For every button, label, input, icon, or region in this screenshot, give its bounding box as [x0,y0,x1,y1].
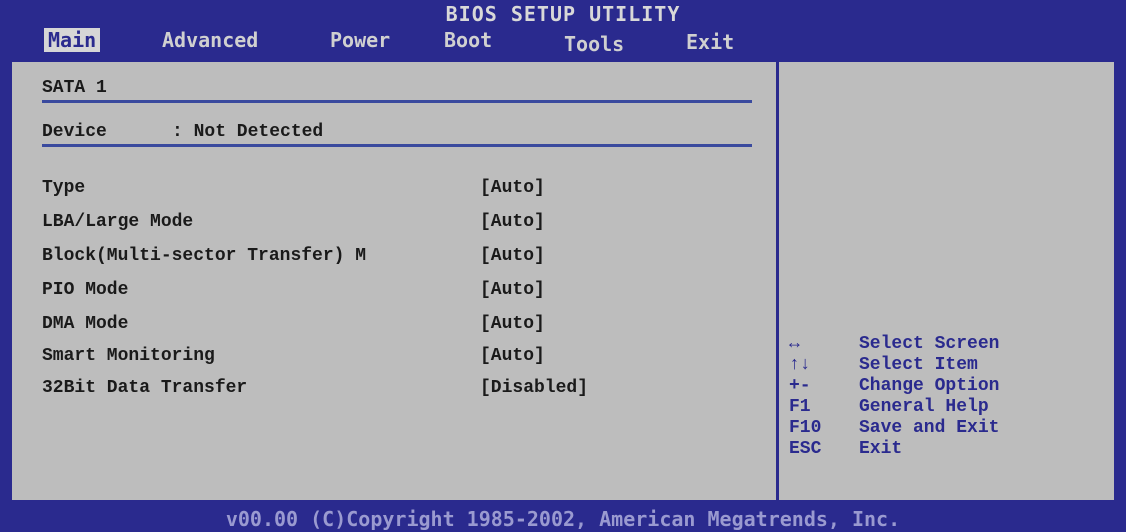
arrows-vertical-icon: ↑↓ [789,355,811,375]
setting-label: LBA/Large Mode [42,212,194,232]
divider-rule [42,144,752,147]
arrows-horizontal-icon: ↔ [789,334,800,354]
setting-row[interactable]: LBA/Large Mode [Auto] [42,212,742,240]
key-description: Select Screen [859,334,1000,354]
setting-value[interactable]: [Auto] [480,280,545,300]
setting-value[interactable]: [Auto] [480,246,545,266]
setting-value[interactable]: [Auto] [480,178,545,198]
key-description: General Help [859,397,989,417]
setting-row[interactable]: Smart Monitoring [Auto] [42,346,742,374]
bios-title: BIOS SETUP UTILITY [445,2,681,26]
setting-label: 32Bit Data Transfer [42,378,248,398]
setting-row[interactable]: DMA Mode [Auto] [42,314,742,342]
device-label: Device [42,122,107,142]
key-label: F1 [789,397,811,417]
key-label: F10 [789,418,822,438]
section-title: SATA 1 [42,78,107,98]
copyright-footer: v00.00 (C)Copyright 1985-2002, American … [0,506,1126,532]
setting-row[interactable]: PIO Mode [Auto] [42,280,742,308]
setting-value[interactable]: [Auto] [480,212,545,232]
tab-advanced[interactable]: Advanced [158,28,262,52]
menu-bar: BIOS SETUP UTILITY Main Advanced Power B… [0,0,1126,60]
key-label: ESC [789,439,822,459]
setting-value[interactable]: [Auto] [480,314,545,334]
setting-value[interactable]: [Disabled] [480,378,588,398]
setting-row[interactable]: Block(Multi-sector Transfer) M [Auto] [42,246,742,274]
main-panel: SATA 1 Device : Not Detected Type [Auto]… [12,62,776,500]
setting-value[interactable]: [Auto] [480,346,545,366]
setting-label: PIO Mode [42,280,129,300]
setting-label: DMA Mode [42,314,129,334]
key-description: Select Item [859,355,978,375]
key-description: Exit [859,439,903,459]
setting-row[interactable]: Type [Auto] [42,178,742,206]
setting-row[interactable]: 32Bit Data Transfer [Disabled] [42,378,742,406]
key-description: Save and Exit [859,418,1000,438]
setting-label: Type [42,178,86,198]
divider-rule [42,100,752,103]
bios-frame: SATA 1 Device : Not Detected Type [Auto]… [10,60,1116,502]
device-status: : Not Detected [172,122,324,142]
help-panel: ↔ Select Screen ↑↓ Select Item +- Change… [779,62,1114,500]
tab-boot[interactable]: Boot [440,28,496,52]
setting-label: Block(Multi-sector Transfer) M [42,246,367,266]
setting-label: Smart Monitoring [42,346,215,366]
plus-minus-icon: +- [789,376,811,396]
tab-power[interactable]: Power [326,28,394,52]
tab-exit[interactable]: Exit [682,30,738,54]
tab-tools[interactable]: Tools [560,32,628,56]
tab-main[interactable]: Main [44,28,101,52]
key-description: Change Option [859,376,1000,396]
